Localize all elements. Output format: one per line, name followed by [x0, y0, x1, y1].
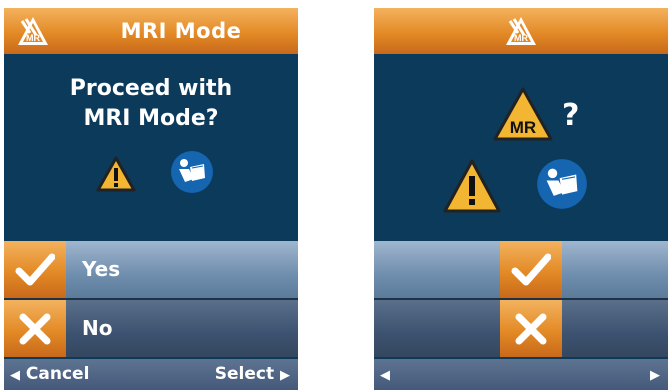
- confirm-prompt: Proceed with MRI Mode?: [4, 74, 298, 134]
- no-icon-box: [500, 300, 562, 357]
- svg-text:MR: MR: [26, 33, 40, 43]
- right-arrow-icon: ▶: [650, 368, 660, 383]
- mri-mode-screen-icons: MR MR ? ◀ ▶: [374, 8, 668, 390]
- title-bar: MR: [374, 8, 668, 54]
- select-label: Select: [214, 364, 275, 384]
- read-manual-icon: [171, 151, 213, 193]
- soft-key-bar: ◀ ▶: [374, 359, 668, 390]
- option-no-label: No: [82, 316, 113, 340]
- mr-conditional-warning-icon: MR: [493, 87, 553, 141]
- option-no[interactable]: [374, 300, 668, 357]
- prompt-line-1: Proceed with: [69, 76, 233, 101]
- check-icon: [511, 253, 551, 286]
- question-mark: ?: [562, 98, 580, 133]
- title-bar: MR MRI Mode: [4, 8, 298, 54]
- cancel-softkey[interactable]: ◀ Cancel: [10, 359, 89, 390]
- left-arrow-icon: ◀: [10, 368, 20, 383]
- select-softkey[interactable]: Select ▶: [215, 359, 290, 390]
- prompt-line-2: MRI Mode?: [83, 106, 219, 131]
- cancel-label: Cancel: [25, 364, 90, 384]
- option-yes[interactable]: Yes: [4, 241, 298, 298]
- option-no[interactable]: No: [4, 300, 298, 357]
- back-softkey[interactable]: ◀: [380, 359, 390, 390]
- svg-text:MR: MR: [514, 33, 528, 43]
- soft-key-bar: ◀ Cancel Select ▶: [4, 359, 298, 390]
- no-icon-box: [4, 300, 66, 357]
- check-icon: [15, 253, 55, 286]
- svg-text:MR: MR: [510, 118, 536, 137]
- yes-icon-box: [4, 241, 66, 298]
- x-icon: [19, 313, 51, 345]
- left-arrow-icon: ◀: [380, 368, 390, 383]
- mri-mode-screen-text: MR MRI Mode Proceed with MRI Mode? Yes N…: [4, 8, 298, 390]
- mr-conditional-logo-icon: MR: [18, 17, 48, 45]
- read-manual-icon: [537, 159, 587, 209]
- warning-icon: [96, 156, 136, 192]
- mr-conditional-logo-icon: MR: [506, 17, 536, 45]
- warning-icon: [443, 159, 501, 213]
- screen-title: MRI Mode: [120, 19, 242, 43]
- yes-icon-box: [500, 241, 562, 298]
- right-arrow-icon: ▶: [280, 368, 290, 383]
- option-yes-label: Yes: [82, 257, 121, 281]
- x-icon: [515, 313, 547, 345]
- forward-softkey[interactable]: ▶: [650, 359, 660, 390]
- option-yes[interactable]: [374, 241, 668, 298]
